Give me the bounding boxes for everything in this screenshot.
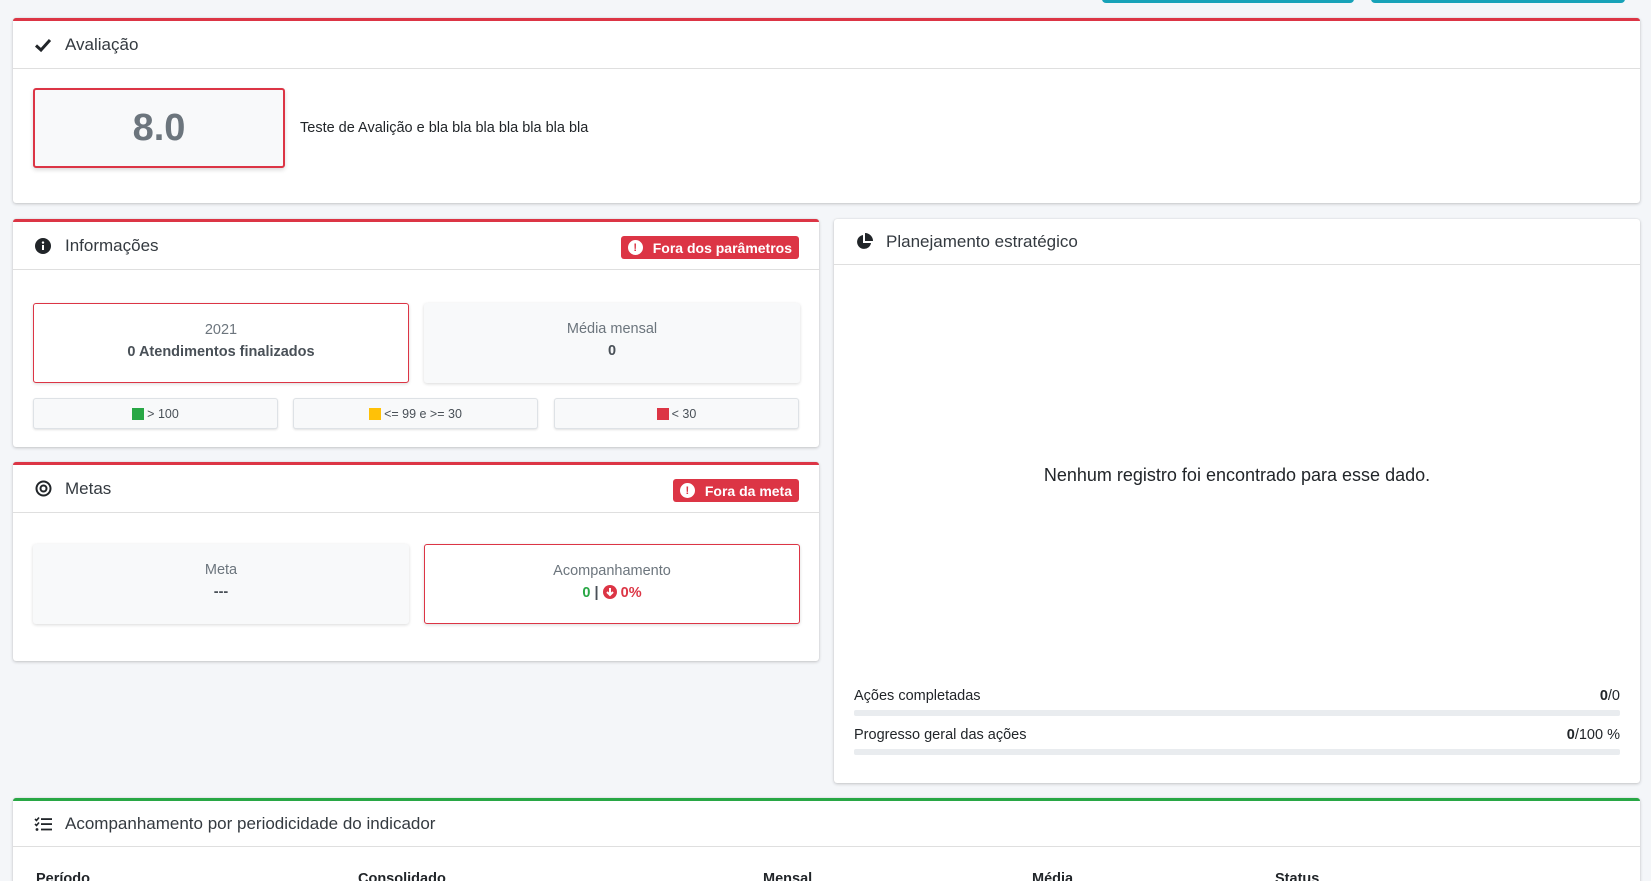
- acompanhamento-box: Acompanhamento 0 | 0%: [424, 544, 800, 624]
- arrow-down-circle-icon: [602, 585, 621, 601]
- col-header-mensal: Mensal: [763, 871, 813, 881]
- planejamento-title: Planejamento estratégico: [886, 231, 1078, 251]
- score-box: 8.0: [33, 88, 285, 168]
- red-square-icon: [656, 407, 669, 420]
- atendimentos-box: 2021 0 Atendimentos finalizados: [33, 303, 409, 383]
- informacoes-card: Informações ! Fora dos parâmetros 2021 0…: [13, 219, 819, 447]
- acompanhamento-periodicidade-card: Acompanhamento por periodicidade do indi…: [13, 798, 1640, 881]
- meta-status-badge: ! Fora da meta: [672, 479, 799, 502]
- planejamento-card: Planejamento estratégico Nenhum registro…: [834, 219, 1640, 783]
- acoes-completadas-row: Ações completadas 0/0: [854, 688, 1620, 718]
- meta-value: ---: [213, 584, 229, 600]
- acoes-total: /0: [1607, 688, 1620, 704]
- avaliacao-description: Teste de Avalição e bla bla bla bla bla …: [300, 120, 589, 136]
- col-header-status: Status: [1275, 871, 1320, 881]
- acompanhamento-separator: |: [594, 585, 599, 601]
- acoes-completadas-label: Ações completadas: [854, 688, 981, 704]
- media-mensal-value: 0: [607, 343, 617, 359]
- progresso-geral-value: 0/100 %: [1567, 727, 1620, 743]
- exclamation-icon: !: [627, 240, 643, 255]
- acompanhamento-label: Acompanhamento: [553, 563, 671, 579]
- pie-chart-icon: [854, 232, 874, 252]
- legend-red: < 30: [554, 398, 799, 429]
- acompanhamento-periodicidade-header: Acompanhamento por periodicidade do indi…: [13, 801, 1640, 847]
- atendimentos-value: 0 Atendimentos finalizados: [127, 344, 315, 360]
- meta-status-badge-label: Fora da meta: [704, 482, 792, 499]
- acompanhamento-value: 0: [582, 585, 591, 601]
- check-icon: [33, 35, 53, 55]
- progresso-progress-bar: [854, 749, 1620, 755]
- col-header-periodo: Período: [36, 871, 90, 881]
- col-header-consolidado: Consolidado: [358, 871, 446, 881]
- acompanhamento-value-row: 0 | 0%: [425, 585, 799, 601]
- status-badge-label: Fora dos parâmetros: [652, 239, 792, 256]
- avaliacao-header: Avaliação: [13, 21, 1640, 69]
- empty-message: Nenhum registro foi encontrado para esse…: [1043, 465, 1431, 485]
- top-action-button-1[interactable]: [1102, 0, 1354, 3]
- acoes-progress-bar: [854, 710, 1620, 716]
- meta-label: Meta: [204, 562, 238, 578]
- acompanhamento-percent: 0%: [620, 585, 642, 601]
- status-badge: ! Fora dos parâmetros: [620, 236, 799, 259]
- progresso-geral-row: Progresso geral das ações 0/100 %: [854, 727, 1620, 757]
- tasks-list-icon: [33, 814, 53, 834]
- meta-box: Meta ---: [33, 544, 409, 624]
- legend-yellow-label: <= 99 e >= 30: [384, 406, 462, 421]
- target-icon: [33, 479, 53, 499]
- avaliacao-title: Avaliação: [65, 34, 139, 54]
- top-action-button-2[interactable]: [1371, 0, 1625, 3]
- progresso-geral-label: Progresso geral das ações: [854, 727, 1027, 743]
- legend-yellow: <= 99 e >= 30: [293, 398, 538, 429]
- info-circle-icon: [33, 236, 53, 256]
- acompanhamento-periodicidade-title: Acompanhamento por periodicidade do indi…: [65, 813, 436, 833]
- acoes-done: 0: [1599, 688, 1608, 704]
- metas-title: Metas: [65, 478, 112, 498]
- year-label: 2021: [204, 322, 238, 338]
- media-mensal-box: Média mensal 0: [424, 303, 800, 383]
- media-mensal-label: Média mensal: [566, 321, 658, 337]
- legend-green-label: > 100: [147, 406, 179, 421]
- exclamation-icon: !: [679, 483, 695, 498]
- yellow-square-icon: [369, 407, 382, 420]
- informacoes-title: Informações: [65, 235, 159, 255]
- progresso-done: 0: [1566, 727, 1575, 743]
- acoes-completadas-value: 0/0: [1600, 688, 1620, 704]
- col-header-media: Média: [1032, 871, 1074, 881]
- green-square-icon: [132, 407, 145, 420]
- metas-header: Metas ! Fora da meta: [13, 465, 819, 513]
- legend-red-label: < 30: [671, 406, 697, 421]
- planejamento-header: Planejamento estratégico: [834, 219, 1640, 265]
- metas-card: Metas ! Fora da meta Meta --- Acompanham…: [13, 462, 819, 661]
- informacoes-header: Informações ! Fora dos parâmetros: [13, 222, 819, 270]
- avaliacao-card: Avaliação 8.0 Teste de Avalição e bla bl…: [13, 18, 1640, 203]
- progresso-total: /100 %: [1574, 727, 1620, 743]
- legend-green: > 100: [33, 398, 278, 429]
